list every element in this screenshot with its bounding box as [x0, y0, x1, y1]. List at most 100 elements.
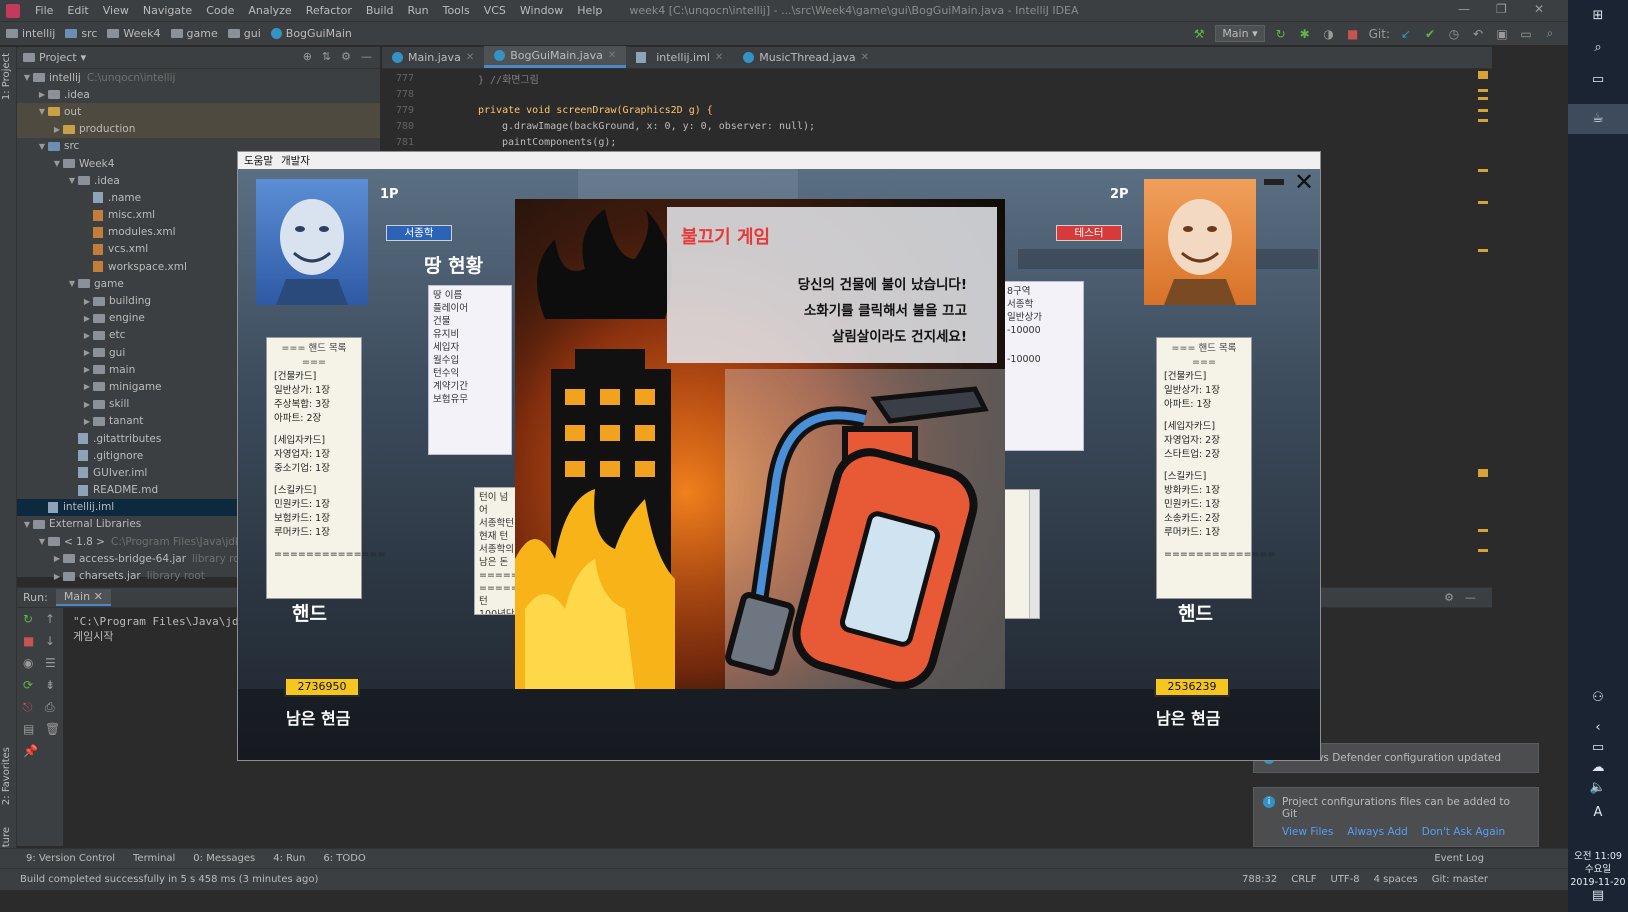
caret-position[interactable]: 788:32	[1242, 874, 1277, 885]
menu-refactor[interactable]: Refactor	[299, 4, 359, 17]
chevron-up-icon[interactable]: ‹	[1568, 720, 1628, 735]
tab-main-java[interactable]: Main.java ✕	[382, 46, 484, 68]
expand-arrow-icon[interactable]: ▶	[81, 331, 93, 340]
project-tool-tab[interactable]: 1: Project	[1, 53, 12, 100]
menu-navigate[interactable]: Navigate	[136, 4, 199, 17]
java-app-icon[interactable]: ☕	[1568, 104, 1628, 134]
restore-window-icon[interactable]: ❐	[1496, 2, 1507, 16]
scroll-end-icon[interactable]: ⇟	[45, 678, 55, 692]
menu-file[interactable]: File	[28, 4, 60, 17]
tree-item[interactable]: ▶ production	[17, 120, 380, 138]
warning-mark[interactable]	[1478, 549, 1488, 552]
expand-arrow-icon[interactable]: ▼	[21, 73, 33, 82]
run-tab[interactable]: Main ✕	[55, 589, 111, 606]
player1-hand-panel[interactable]: === 핸드 목록 === [건물카드] 일반상가: 1장 주상복합: 3장 아파트: …	[266, 337, 385, 599]
search-icon[interactable]: ⌕	[1542, 26, 1558, 42]
close-tab-icon[interactable]: ✕	[466, 52, 474, 63]
warning-mark[interactable]	[1478, 119, 1488, 122]
coverage-icon[interactable]: ◑	[1321, 26, 1337, 42]
close-tab-icon[interactable]: ✕	[608, 50, 616, 61]
search-icon[interactable]: ⌕	[1568, 40, 1628, 55]
menu-help[interactable]: Help	[570, 4, 609, 17]
breadcrumb-class[interactable]: BogGuiMain	[270, 27, 352, 40]
warning-mark[interactable]	[1478, 89, 1488, 92]
tool-tab-todo[interactable]: 6: TODO	[323, 853, 365, 864]
print-icon[interactable]: ⎙	[45, 700, 55, 715]
close-window-icon[interactable]: ✕	[1534, 2, 1544, 16]
expand-arrow-icon[interactable]: ▼	[21, 520, 33, 529]
warning-mark[interactable]	[1478, 109, 1488, 112]
minimize-window-icon[interactable]: —	[1458, 2, 1470, 16]
soft-wrap-icon[interactable]: ☰	[45, 656, 56, 670]
collapse-icon[interactable]: ⇅	[322, 50, 331, 63]
menu-vcs[interactable]: VCS	[477, 4, 513, 17]
build-hammer-icon[interactable]: ⚒	[1191, 26, 1207, 42]
menu-run[interactable]: Run	[401, 4, 436, 17]
menu-analyze[interactable]: Analyze	[241, 4, 298, 17]
tool-tab-run[interactable]: 4: Run	[273, 853, 305, 864]
tool-tab-event-log[interactable]: Event Log	[1434, 853, 1484, 864]
expand-arrow-icon[interactable]: ▼	[66, 279, 78, 288]
locate-icon[interactable]: ⊕	[303, 50, 312, 63]
expand-arrow-icon[interactable]: ▶	[36, 90, 48, 99]
menu-tools[interactable]: Tools	[436, 4, 477, 17]
file-encoding[interactable]: UTF-8	[1330, 874, 1359, 885]
expand-arrow-icon[interactable]: ▶	[81, 297, 93, 306]
scrollbar[interactable]	[1029, 490, 1039, 618]
expand-arrow-icon[interactable]: ▶	[81, 417, 93, 426]
hide-icon[interactable]: —	[361, 50, 372, 63]
camera-icon[interactable]: ◉	[23, 656, 33, 670]
dont-ask-again-link[interactable]: Don't Ask Again	[1422, 826, 1505, 838]
expand-arrow-icon[interactable]: ▶	[81, 348, 93, 357]
warning-mark[interactable]	[1478, 529, 1488, 532]
fire-extinguisher-icon[interactable]	[715, 359, 1005, 689]
warning-mark[interactable]	[1478, 469, 1488, 477]
git-update-icon[interactable]: ↙	[1398, 26, 1414, 42]
gear-icon[interactable]: ⚙	[1444, 591, 1454, 604]
volume-icon[interactable]: 🔈	[1568, 780, 1628, 795]
favorites-tool-tab[interactable]: 2: Favorites	[1, 747, 12, 805]
tab-intellij-iml[interactable]: intellij.iml ✕	[626, 46, 733, 68]
breadcrumb-project[interactable]: intellij	[6, 27, 55, 40]
view-files-link[interactable]: View Files	[1282, 826, 1333, 838]
layout-icon[interactable]: ▭	[1518, 26, 1534, 42]
breadcrumb-gui[interactable]: gui	[227, 27, 261, 40]
expand-arrow-icon[interactable]: ▶	[81, 400, 93, 409]
menu-view[interactable]: View	[96, 4, 136, 17]
expand-arrow-icon[interactable]: ▶	[51, 125, 63, 134]
expand-arrow-icon[interactable]: ▼	[51, 159, 63, 168]
tree-item[interactable]: ▼ out	[17, 103, 380, 121]
rerun-icon[interactable]: ↻	[1273, 26, 1289, 42]
expand-arrow-icon[interactable]: ▶	[51, 554, 63, 563]
debug-icon[interactable]: ✱	[1297, 26, 1313, 42]
menu-edit[interactable]: Edit	[60, 4, 95, 17]
run-config-select[interactable]: Main ▾	[1215, 25, 1265, 42]
expand-arrow-icon[interactable]: ▶	[81, 314, 93, 323]
expand-arrow-icon[interactable]: ▶	[81, 382, 93, 391]
rollback-icon[interactable]: ↶	[1470, 26, 1486, 42]
menu-window[interactable]: Window	[513, 4, 570, 17]
console-output[interactable]: "C:\Program Files\Java\jdk1 게임시작	[73, 614, 252, 644]
git-commit-icon[interactable]: ✔	[1422, 26, 1438, 42]
tab-boggui-main[interactable]: BogGuiMain.java ✕	[484, 46, 627, 68]
exit-icon[interactable]: ⎋	[23, 700, 33, 715]
warning-mark[interactable]	[1478, 71, 1488, 79]
breadcrumb-src[interactable]: src	[65, 27, 97, 40]
expand-arrow-icon[interactable]: ▼	[36, 107, 48, 116]
expand-arrow-icon[interactable]: ▼	[36, 142, 48, 151]
player1-land-panel[interactable]: 땅 이름 플레이어 건물 유지비 세입자 월수입 턴수익 계약기간 보험유무	[428, 285, 512, 455]
settings-icon[interactable]: ▤	[23, 722, 34, 736]
menu-code[interactable]: Code	[199, 4, 241, 17]
stop-icon[interactable]: ■	[23, 634, 34, 648]
expand-arrow-icon[interactable]: ▶	[81, 365, 93, 374]
player2-hand-panel[interactable]: === 핸드 목록 === [건물카드] 일반상가: 1장 아파트: 1장 [세입자카드…	[1156, 337, 1275, 599]
tree-item[interactable]: ▶ .idea	[17, 86, 380, 103]
restore-layout-icon[interactable]: ⟳	[23, 678, 33, 692]
breadcrumb-week4[interactable]: Week4	[107, 27, 161, 40]
windows-start-icon[interactable]: ⊞	[1568, 8, 1628, 23]
tool-tab-version-control[interactable]: 9: Version Control	[26, 853, 115, 864]
git-branch[interactable]: Git: master	[1432, 874, 1488, 885]
expand-arrow-icon[interactable]: ▶	[51, 572, 63, 581]
indent-setting[interactable]: 4 spaces	[1374, 874, 1418, 885]
stop-icon[interactable]: ■	[1345, 26, 1361, 42]
